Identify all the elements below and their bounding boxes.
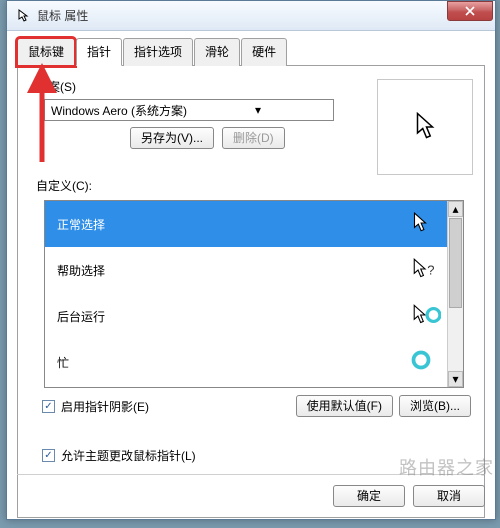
titlebar[interactable]: 鼠标 属性 xyxy=(7,1,495,31)
scroll-down-button[interactable]: ▾ xyxy=(448,371,463,387)
tab-pointer-options[interactable]: 指针选项 xyxy=(123,38,193,66)
enable-shadow-checkbox[interactable] xyxy=(42,400,55,413)
cursor-arrow-icon xyxy=(411,212,435,236)
scroll-track[interactable] xyxy=(448,309,463,371)
button-label: 使用默认值(F) xyxy=(307,399,382,413)
tab-label: 硬件 xyxy=(252,45,276,59)
cursor-listbox[interactable]: 正常选择 帮助选择 ? xyxy=(44,200,464,388)
svg-text:?: ? xyxy=(427,262,434,277)
checkbox-label: 启用指针阴影(E) xyxy=(61,398,149,415)
cursor-busy-icon xyxy=(411,350,435,374)
cursor-working-bg-icon xyxy=(411,304,435,328)
tab-hardware[interactable]: 硬件 xyxy=(241,38,287,66)
tab-label: 指针选项 xyxy=(134,45,182,59)
tab-mouse-buttons[interactable]: 鼠标键 xyxy=(17,38,75,66)
ok-button[interactable]: 确定 xyxy=(333,485,405,507)
tab-label: 滑轮 xyxy=(205,45,229,59)
button-label: 删除(D) xyxy=(233,131,274,145)
tab-pointers[interactable]: 指针 xyxy=(76,38,122,66)
cursor-help-icon: ? xyxy=(411,258,435,282)
cursor-preview xyxy=(377,79,473,175)
listbox-scrollbar[interactable]: ▴ ▾ xyxy=(447,201,463,387)
button-label: 浏览(B)... xyxy=(410,399,460,413)
checkbox-label: 允许主题更改鼠标指针(L) xyxy=(61,447,196,464)
mouse-properties-window: 鼠标 属性 鼠标键 指针 指针选项 滑轮 硬件 方案(S) Windows Ae… xyxy=(6,0,496,520)
list-item-label: 正常选择 xyxy=(57,216,105,233)
scroll-thumb[interactable] xyxy=(449,218,462,308)
list-item-working-bg[interactable]: 后台运行 xyxy=(45,293,447,339)
list-item-label: 帮助选择 xyxy=(57,262,105,279)
cancel-button[interactable]: 取消 xyxy=(413,485,485,507)
button-label: 另存为(V)... xyxy=(141,131,203,145)
list-item-label: 后台运行 xyxy=(57,308,105,325)
window-title: 鼠标 属性 xyxy=(37,7,447,24)
customize-label: 自定义(C): xyxy=(36,177,472,194)
allow-theme-checkbox[interactable] xyxy=(42,449,55,462)
tab-label: 指针 xyxy=(87,45,111,59)
tab-panel: 方案(S) Windows Aero (系统方案) ▾ 另存为(V)... 删除… xyxy=(17,66,485,518)
tab-strip: 鼠标键 指针 指针选项 滑轮 硬件 xyxy=(17,37,485,66)
dialog-footer: 确定 取消 xyxy=(17,474,485,507)
scroll-up-button[interactable]: ▴ xyxy=(448,201,463,217)
list-item-label: 忙 xyxy=(57,354,69,371)
chevron-down-icon: ▾ xyxy=(189,103,327,117)
scheme-dropdown[interactable]: Windows Aero (系统方案) ▾ xyxy=(44,99,334,121)
close-button[interactable] xyxy=(447,1,493,21)
button-label: 取消 xyxy=(437,489,461,503)
content-area: 鼠标键 指针 指针选项 滑轮 硬件 方案(S) Windows Aero (系统… xyxy=(7,31,495,528)
scheme-current: Windows Aero (系统方案) xyxy=(51,102,189,119)
use-defaults-button[interactable]: 使用默认值(F) xyxy=(296,395,393,417)
save-as-button[interactable]: 另存为(V)... xyxy=(130,127,214,149)
button-label: 确定 xyxy=(357,489,381,503)
allow-theme-row[interactable]: 允许主题更改鼠标指针(L) xyxy=(42,447,472,464)
list-item-busy[interactable]: 忙 xyxy=(45,339,447,385)
browse-button[interactable]: 浏览(B)... xyxy=(399,395,471,417)
list-item-help-select[interactable]: 帮助选择 ? xyxy=(45,247,447,293)
tab-label: 鼠标键 xyxy=(28,45,64,59)
delete-button[interactable]: 删除(D) xyxy=(222,127,285,149)
tab-wheel[interactable]: 滑轮 xyxy=(194,38,240,66)
window-icon xyxy=(15,8,31,24)
list-item-normal-select[interactable]: 正常选择 xyxy=(45,201,447,247)
